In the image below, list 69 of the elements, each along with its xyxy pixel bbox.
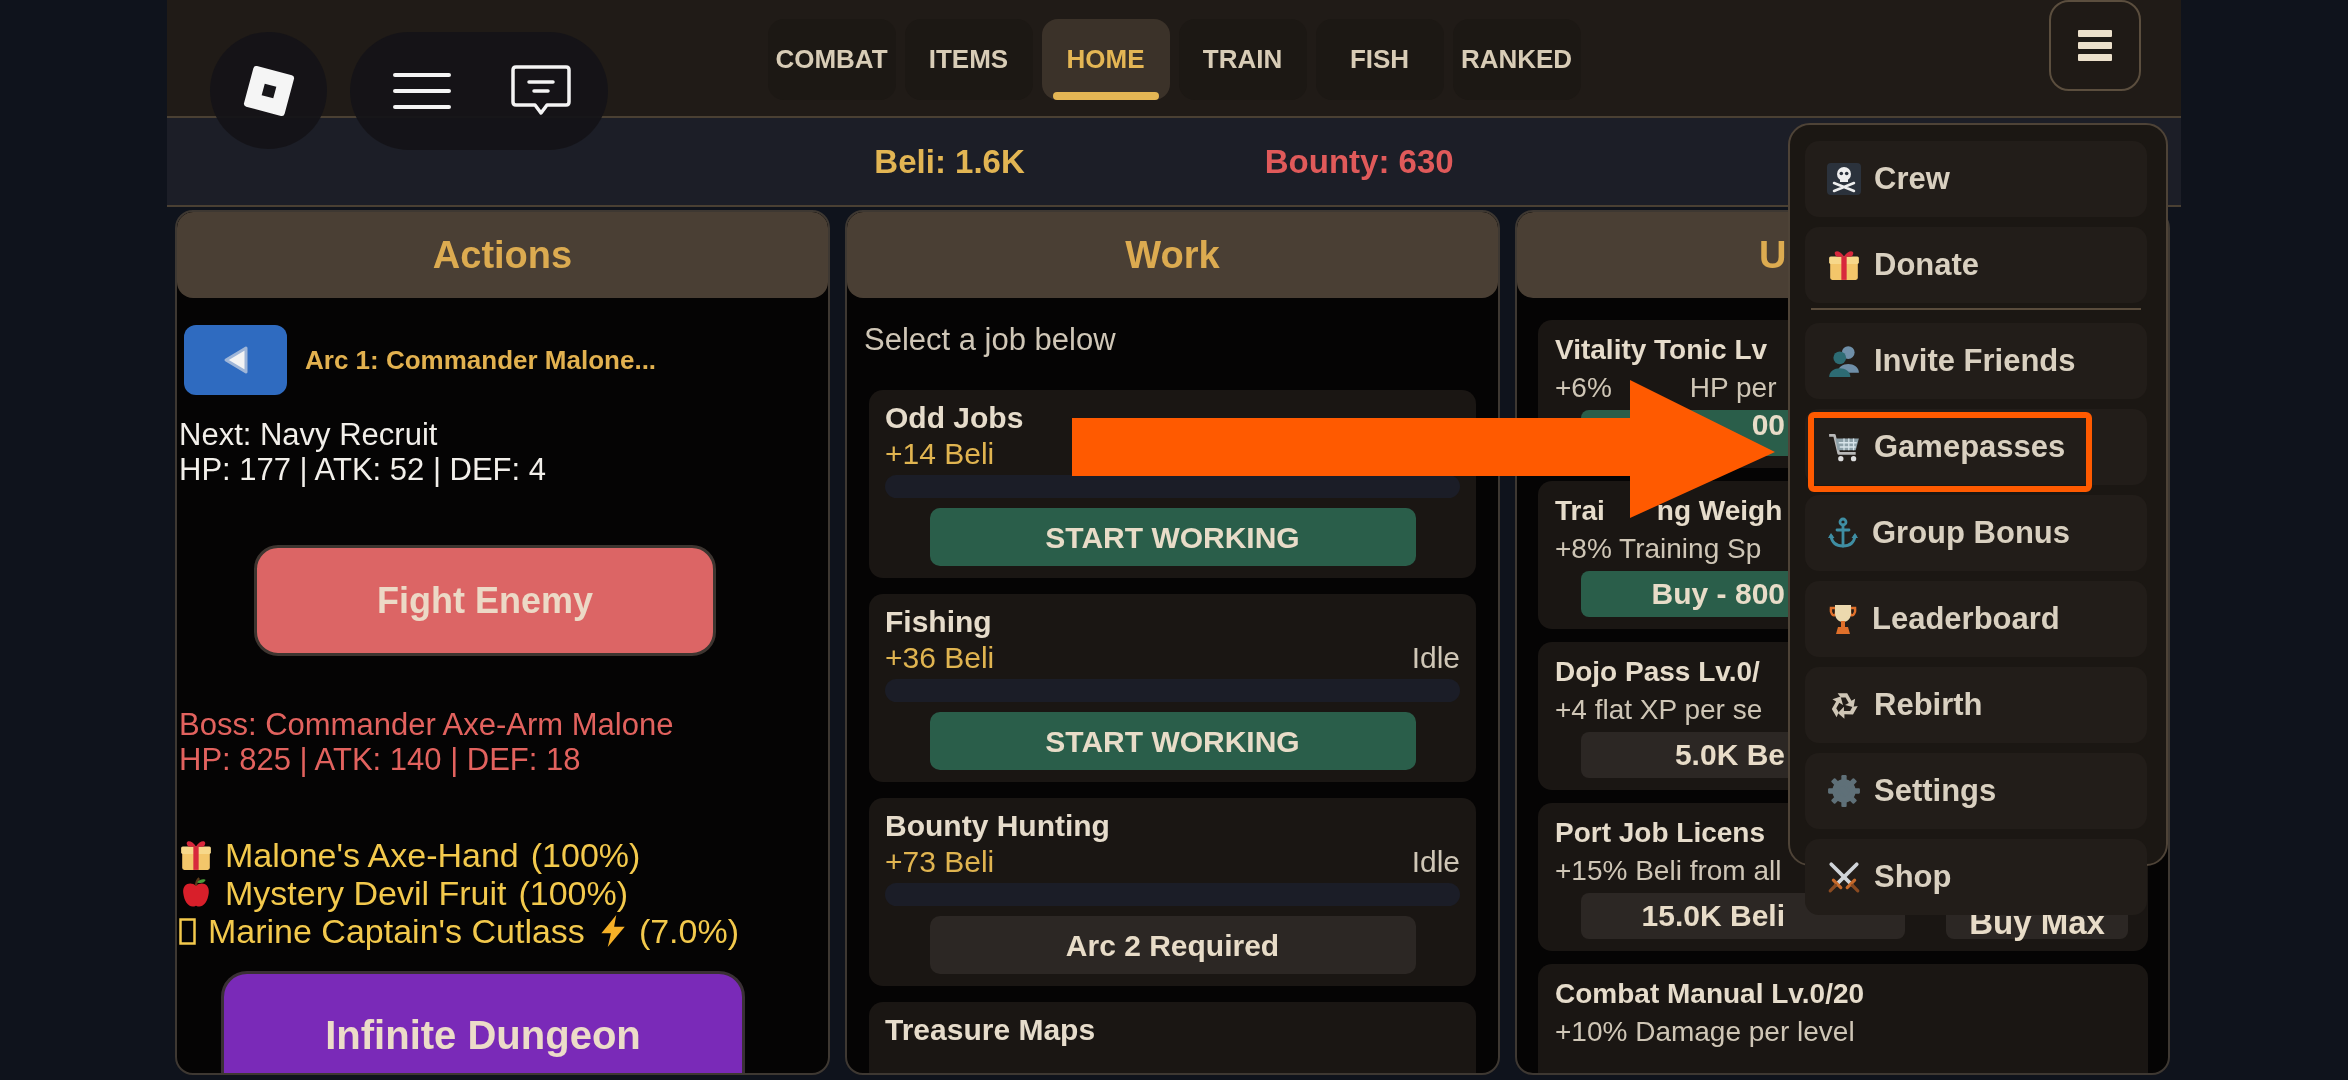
upgrade-title: Trai [1555, 494, 1605, 528]
upgrade-description: +15% Beli from all [1555, 854, 1782, 888]
menu-item[interactable]: Settings [1805, 753, 2147, 829]
menu-item[interactable]: Rebirth [1805, 667, 2147, 743]
upgrade-description: +6% [1555, 371, 1612, 405]
stat-label: Beli: 1.6K [874, 141, 1025, 182]
tab[interactable]: COMBAT [767, 19, 896, 100]
cart-icon [1827, 431, 1861, 463]
menu-item[interactable]: Gamepasses [1805, 409, 2147, 485]
crossed-swords-icon [1827, 860, 1861, 894]
skull-crossbones-icon [1827, 163, 1861, 195]
job-button[interactable]: START WORKING [929, 712, 1416, 770]
enemy-info: HP: 177 | ATK: 52 | DEF: 4 [179, 452, 547, 487]
drop-chance: (100%) [518, 873, 629, 914]
menu-item[interactable]: Leaderboard [1805, 581, 2147, 657]
arc-title: Arc 1: Commander Malone... [305, 343, 657, 377]
menu-button[interactable] [2049, 0, 2141, 91]
menu-item[interactable]: Donate [1805, 227, 2147, 303]
empty-box-icon [179, 917, 196, 945]
upgrade-title: Combat Manual Lv.0/20 [1555, 977, 1865, 1011]
job-button[interactable]: START WORKING [929, 508, 1416, 566]
stat-label: Bounty: 630 [1264, 141, 1454, 182]
upgrade-title: ng Weigh [1656, 494, 1783, 528]
settings-icon [1827, 774, 1861, 808]
job-name: Odd Jobs [885, 400, 1024, 436]
upgrade-description: HP per [1689, 371, 1777, 405]
upgrade-description: +8% Training Sp [1555, 532, 1762, 566]
anchor-icon [1827, 516, 1859, 550]
job-reward: +14 Beli [885, 436, 995, 472]
menu-item[interactable]: Invite Friends [1805, 323, 2147, 399]
menu-item[interactable]: Shop [1805, 839, 2147, 915]
tab[interactable]: ITEMS [904, 19, 1033, 100]
job-name: Fishing [885, 604, 992, 640]
drop-name: Marine Captain's Cutlass [208, 911, 585, 952]
gift-icon [1827, 248, 1861, 282]
tab[interactable]: HOME [1041, 19, 1170, 100]
menu-icon[interactable] [393, 72, 451, 110]
boss-info: Boss: Commander Axe-Arm Malone [179, 707, 674, 742]
menu-item[interactable]: Group Bonus [1805, 495, 2147, 571]
upgrade-title: Vitality Tonic Lv [1555, 333, 1768, 367]
upgrade-title: Dojo Pass Lv.0/ [1555, 655, 1760, 689]
previous-button[interactable] [184, 325, 287, 395]
job-reward: +73 Beli [885, 844, 995, 880]
trophy-icon [1827, 602, 1859, 636]
people-icon [1827, 344, 1861, 378]
job-name: Treasure Maps [885, 1012, 1096, 1048]
menu-item[interactable]: Crew [1805, 141, 2147, 217]
job-reward: +36 Beli [885, 640, 995, 676]
drop-chance: (7.0%) [638, 910, 739, 952]
boss-info: HP: 825 | ATK: 140 | DEF: 18 [179, 742, 581, 777]
panel-title: U [1759, 232, 1787, 278]
dungeon-button[interactable]: Infinite Dungeon [221, 971, 745, 1073]
tab[interactable]: FISH [1315, 19, 1444, 100]
job-name: Bounty Hunting [885, 808, 1110, 844]
menu-icon [2078, 30, 2112, 61]
upgrade-description: +4 flat XP per se [1555, 693, 1763, 727]
chat-icon[interactable] [511, 65, 571, 117]
job-status: Idle [1411, 844, 1460, 880]
drop-chance: (100%) [530, 834, 641, 876]
enemy-info: Next: Navy Recruit [179, 417, 438, 452]
upgrade-title: Port Job Licens [1555, 816, 1766, 850]
gift-icon [179, 838, 213, 872]
upgrade-description: +10% Damage per level [1555, 1015, 1855, 1049]
tab[interactable]: TRAIN [1178, 19, 1307, 100]
panel-title: Work [1125, 232, 1220, 278]
panel-title: Actions [432, 232, 573, 278]
hint-text: Select a job below [864, 321, 1116, 359]
tab[interactable]: RANKED [1452, 19, 1581, 100]
job-status: Idle [1411, 640, 1460, 676]
